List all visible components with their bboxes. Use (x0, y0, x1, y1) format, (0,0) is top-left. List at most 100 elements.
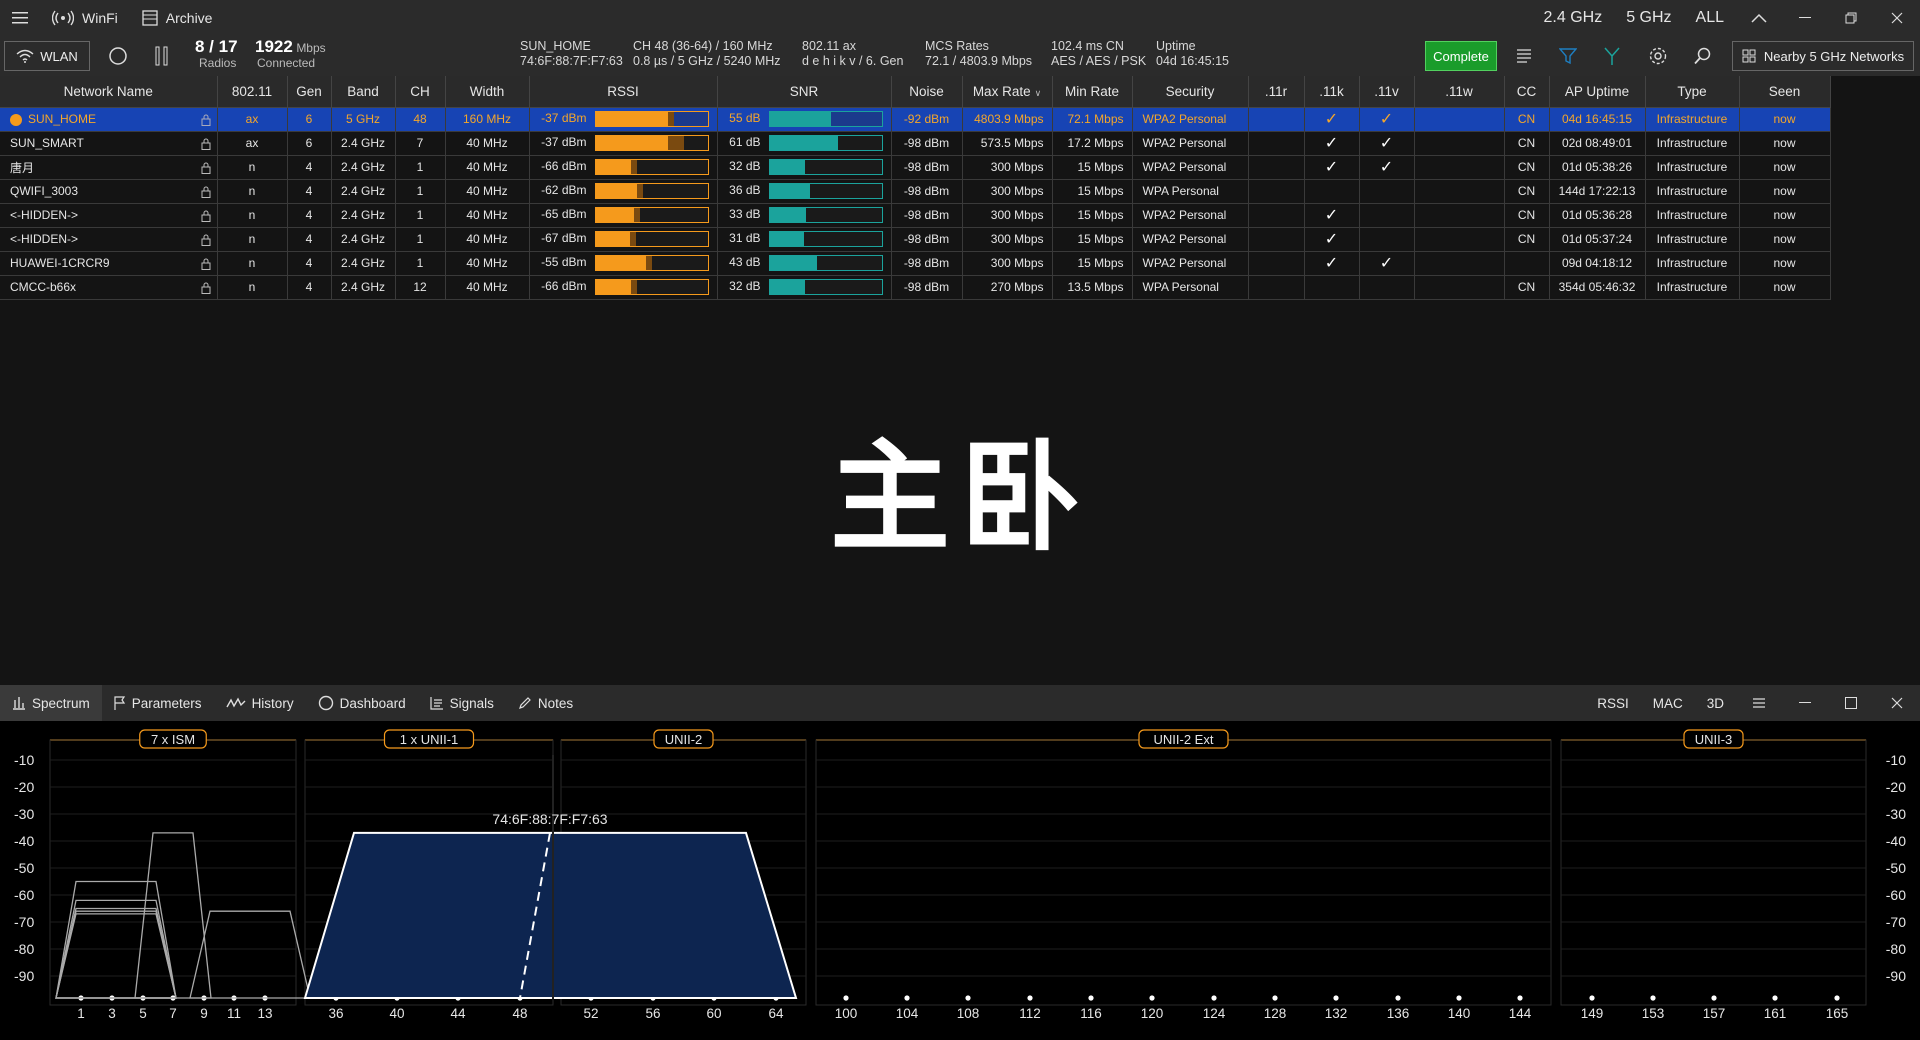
column-header[interactable]: Max Rate ∨ (962, 76, 1053, 108)
column-header[interactable]: CC (1504, 76, 1550, 108)
check-icon: ✓ (1324, 207, 1339, 224)
table-row[interactable]: <-HIDDEN-> n 4 2.4 GHz 1 40 MHz -67 dBm 31 dB -9… (0, 227, 1831, 252)
min-rate-cell: 72.1 Mbps (1052, 107, 1133, 132)
mac-toggle[interactable]: MAC (1641, 696, 1695, 711)
column-header[interactable]: SNR (717, 76, 892, 108)
feature-k-cell: ✓ (1304, 251, 1360, 276)
network-signal-curve (189, 910, 311, 999)
table-row[interactable]: SUN_SMART ax 6 2.4 GHz 7 40 MHz -37 dBm 61 dB -9… (0, 131, 1831, 156)
band-cell: 2.4 GHz (331, 251, 396, 276)
noise-cell: -92 dBm (891, 107, 963, 132)
column-header[interactable]: AP Uptime (1549, 76, 1646, 108)
collapse-button[interactable] (1736, 0, 1782, 36)
panel-maximize-button[interactable] (1828, 685, 1874, 721)
column-header[interactable]: .11w (1414, 76, 1505, 108)
column-header[interactable]: 802.11 (217, 76, 288, 108)
3d-toggle[interactable]: 3D (1695, 696, 1736, 711)
lock-holder (201, 257, 211, 271)
uptime-line1: Uptime (1156, 39, 1196, 53)
archive-button[interactable]: Archive (130, 0, 225, 36)
feature-r-cell (1248, 203, 1305, 228)
rssi-toggle[interactable]: RSSI (1585, 696, 1641, 711)
table-row[interactable]: HUAWEI-1CRCR9 n 4 2.4 GHz 1 40 MHz -55 dBm 43 d… (0, 251, 1831, 276)
min-rate-cell: 15 Mbps (1052, 179, 1133, 204)
column-header[interactable]: .11r (1248, 76, 1305, 108)
tab-spectrum[interactable]: Spectrum (0, 685, 102, 721)
hamburger-menu-button[interactable] (0, 0, 40, 36)
width-cell: 40 MHz (445, 251, 530, 276)
table-body: SUN_HOME ax 6 5 GHz 48 160 MHz -37 dBm 55 dB -92… (0, 107, 1831, 300)
list-view-button[interactable] (1512, 44, 1536, 68)
column-header[interactable]: Type (1645, 76, 1740, 108)
close-button[interactable] (1874, 0, 1920, 36)
column-header[interactable]: CH (395, 76, 446, 108)
nearby-networks-button[interactable]: Nearby 5 GHz Networks (1732, 41, 1914, 71)
tab-history[interactable]: History (214, 685, 306, 721)
standard-cell: n (217, 275, 288, 300)
panel-menu-button[interactable] (1736, 685, 1782, 721)
country-cell: CN (1504, 203, 1550, 228)
radios-info: 8 / 17 Radios (195, 38, 238, 71)
minimize-button[interactable] (1782, 0, 1828, 36)
rssi-bar-fill (595, 256, 646, 270)
table-row[interactable]: SUN_HOME ax 6 5 GHz 48 160 MHz -37 dBm 55 dB -92… (0, 107, 1831, 132)
column-header[interactable]: .11v (1359, 76, 1415, 108)
column-header[interactable]: Network Name (0, 76, 218, 108)
tab-parameters[interactable]: Parameters (102, 685, 214, 721)
toolbar: WLAN 8 / 17 Radios 1922 Mbps Connected S… (0, 36, 1920, 76)
channel-label: 100 (835, 1006, 858, 1021)
column-header[interactable]: .11k (1304, 76, 1360, 108)
complete-button[interactable]: Complete (1425, 41, 1497, 71)
column-header[interactable]: Band (331, 76, 396, 108)
panel-minimize-button[interactable] (1782, 685, 1828, 721)
settings-button[interactable] (1646, 44, 1670, 68)
search-button[interactable] (1691, 44, 1715, 68)
tab-notes[interactable]: Notes (506, 685, 585, 721)
column-header[interactable]: Security (1132, 76, 1249, 108)
column-header[interactable]: RSSI (529, 76, 718, 108)
band-filter-all[interactable]: ALL (1684, 9, 1736, 27)
column-header[interactable]: Noise (891, 76, 963, 108)
column-header[interactable]: Seen (1739, 76, 1831, 108)
width-cell: 160 MHz (445, 107, 530, 132)
channel-dot (1333, 995, 1339, 1001)
band-filter-24ghz[interactable]: 2.4 GHz (1532, 9, 1615, 27)
table-row[interactable]: QWIFI_3003 n 4 2.4 GHz 1 40 MHz -62 dBm 36 dB -9… (0, 179, 1831, 204)
network-name: SUN_HOME (28, 112, 97, 126)
channel-label: 108 (957, 1006, 980, 1021)
band-title: UNII-2 (665, 732, 703, 747)
panel-close-button[interactable] (1874, 685, 1920, 721)
feature-r-cell (1248, 275, 1305, 300)
column-header[interactable]: Width (445, 76, 530, 108)
min-rate-cell: 15 Mbps (1052, 251, 1133, 276)
rssi-bar-peak (631, 160, 638, 174)
table-row[interactable]: <-HIDDEN-> n 4 2.4 GHz 1 40 MHz -65 dBm 33 dB -9… (0, 203, 1831, 228)
restore-icon (1845, 12, 1857, 24)
record-button[interactable] (106, 44, 130, 68)
menu-lines-icon (1753, 698, 1765, 708)
restore-button[interactable] (1828, 0, 1874, 36)
filter-button[interactable] (1556, 44, 1580, 68)
table-row[interactable]: 唐月 n 4 2.4 GHz 1 40 MHz -66 dBm 32 dB -98 dBm 300… (0, 155, 1831, 180)
wlan-button[interactable]: WLAN (4, 41, 90, 71)
network-name-cell: <-HIDDEN-> (0, 203, 218, 228)
tab-signals[interactable]: Signals (418, 685, 506, 721)
lock-holder (201, 281, 211, 295)
column-header[interactable]: Min Rate (1052, 76, 1133, 108)
column-header[interactable]: Gen (287, 76, 332, 108)
antenna-button[interactable] (1600, 44, 1624, 68)
table-row[interactable]: CMCC-b66x n 4 2.4 GHz 12 40 MHz -66 dBm 32 dB -9… (0, 275, 1831, 300)
snr-bar (768, 159, 883, 175)
winfi-window: WinFi Archive 2.4 GHz 5 GHz ALL WLAN 8 /… (0, 0, 1920, 1040)
snr-value: 31 dB (729, 231, 761, 246)
country-cell: CN (1504, 107, 1550, 132)
pause-button[interactable] (150, 44, 174, 68)
snr-cell: 33 dB (717, 203, 892, 228)
tab-dashboard[interactable]: Dashboard (306, 685, 418, 721)
tab-parameters-label: Parameters (131, 695, 202, 711)
band-cell: 2.4 GHz (331, 179, 396, 204)
country-cell: CN (1504, 131, 1550, 156)
seen-cell: now (1739, 227, 1831, 252)
rssi-bar (594, 207, 709, 223)
band-filter-5ghz[interactable]: 5 GHz (1614, 9, 1683, 27)
